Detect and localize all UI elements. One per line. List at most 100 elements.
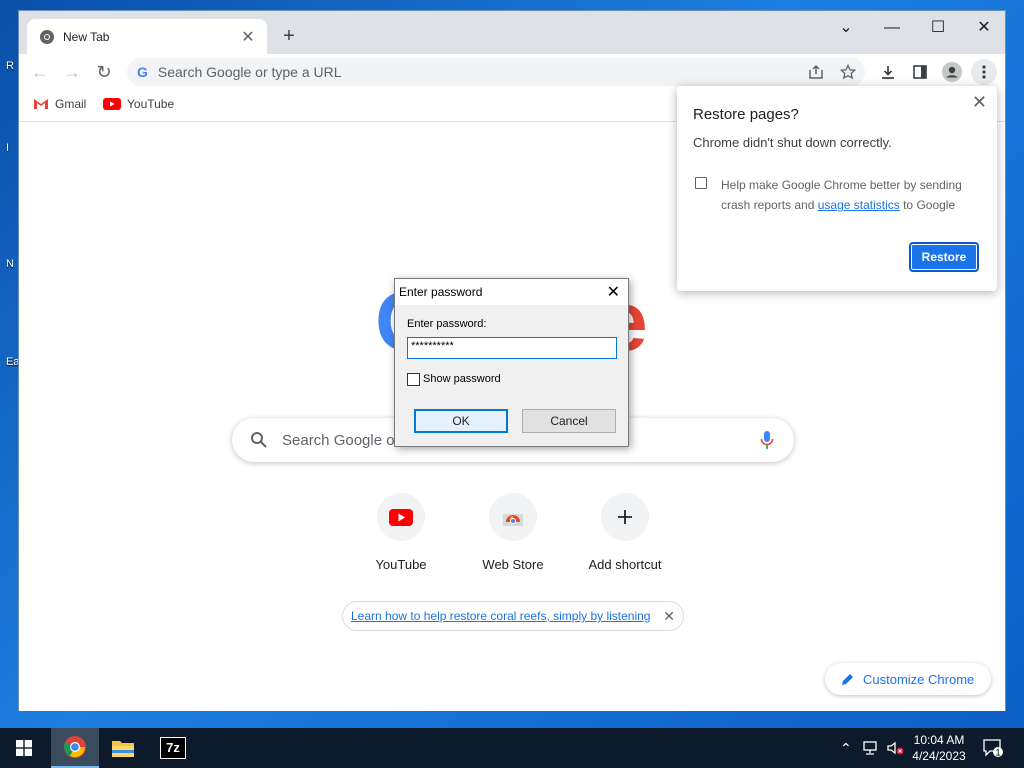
gmail-icon <box>34 99 48 109</box>
close-tab-icon[interactable]: ✕ <box>239 27 257 47</box>
password-dialog: Enter password ✕ Enter password: *******… <box>394 278 629 447</box>
shortcut-youtube[interactable]: YouTube <box>345 493 457 572</box>
shortcut-label: YouTube <box>375 557 427 572</box>
7zip-icon: 7z <box>160 737 186 759</box>
plus-icon <box>618 510 632 524</box>
tab-strip: New Tab ✕ + ⌄ — ☐ ✕ <box>19 11 1005 54</box>
shortcut-icon-container <box>489 493 537 541</box>
restore-button[interactable]: Restore <box>909 242 979 272</box>
crash-report-text: Help make Google Chrome better by sendin… <box>721 175 981 215</box>
shortcut-label: Add shortcut <box>588 557 662 572</box>
chrome-menu-button[interactable] <box>971 59 997 85</box>
chrome-icon <box>64 736 86 758</box>
desktop-icon-label[interactable]: I <box>6 142 9 154</box>
toolbar: ← → ↻ G Search Google or type a URL <box>19 54 1005 90</box>
notification-icon: 1 <box>983 739 1003 758</box>
webstore-icon <box>503 514 523 526</box>
reload-button[interactable]: ↻ <box>91 59 117 85</box>
restore-title: Restore pages? <box>693 106 799 123</box>
show-password-label[interactable]: Show password <box>423 373 501 385</box>
volume-muted-icon <box>887 741 904 755</box>
address-bar-placeholder: Search Google or type a URL <box>157 64 342 80</box>
downloads-button[interactable] <box>875 59 901 85</box>
dialog-title: Enter password <box>399 285 483 299</box>
profile-button[interactable] <box>939 59 965 85</box>
shortcut-icon-container <box>601 493 649 541</box>
forward-button[interactable]: → <box>59 59 85 85</box>
shortcut-label: Web Store <box>482 557 544 572</box>
microphone-icon[interactable] <box>760 430 774 450</box>
network-status[interactable] <box>862 728 880 768</box>
windows-logo-icon <box>16 740 32 756</box>
share-button[interactable] <box>803 59 829 85</box>
notification-count: 1 <box>995 748 1000 758</box>
pencil-icon <box>842 674 853 685</box>
side-panel-icon <box>913 65 927 79</box>
network-icon <box>863 741 877 755</box>
bookmark-label: Gmail <box>55 97 87 111</box>
restore-message: Chrome didn't shut down correctly. <box>693 135 892 150</box>
ntp-search-placeholder: Search Google o <box>282 431 395 449</box>
clock-date: 4/24/2023 <box>912 749 966 763</box>
restore-pages-bubble: Restore pages? ✕ Chrome didn't shut down… <box>677 86 997 291</box>
show-password-checkbox[interactable] <box>407 373 420 386</box>
new-tab-button[interactable]: + <box>277 24 301 48</box>
volume-status[interactable] <box>886 728 904 768</box>
close-icon[interactable]: ✕ <box>607 282 620 302</box>
close-window-button[interactable]: ✕ <box>961 13 1007 43</box>
desktop-icon-label[interactable]: R <box>6 60 14 72</box>
password-field[interactable]: ********** <box>407 337 617 359</box>
share-icon <box>809 64 823 79</box>
youtube-icon <box>389 508 413 526</box>
shortcut-web-store[interactable]: Web Store <box>457 493 569 572</box>
minimize-button[interactable]: — <box>869 13 915 43</box>
tab-new-tab[interactable]: New Tab ✕ <box>27 19 267 54</box>
close-icon[interactable]: ✕ <box>972 92 987 113</box>
file-explorer-icon <box>112 741 134 757</box>
middle-slot-promo: Learn how to help restore coral reefs, s… <box>342 601 684 631</box>
start-button[interactable] <box>0 728 48 768</box>
taskbar-file-explorer[interactable] <box>99 728 147 768</box>
clock-time: 10:04 AM <box>913 733 965 747</box>
google-g-icon: G <box>137 64 148 80</box>
forward-arrow-icon: → <box>63 62 81 82</box>
bookmark-star-button[interactable] <box>835 59 861 85</box>
close-promo-icon[interactable]: ✕ <box>663 608 675 625</box>
action-center-button[interactable]: 1 <box>982 728 1004 768</box>
customize-chrome-button[interactable]: Customize Chrome <box>825 663 991 695</box>
tab-search-button[interactable]: ⌄ <box>823 13 869 43</box>
back-arrow-icon: ← <box>31 62 49 82</box>
ok-button[interactable]: OK <box>414 409 508 433</box>
password-label: Enter password: <box>407 318 487 330</box>
shortcut-add[interactable]: Add shortcut <box>569 493 681 572</box>
chrome-icon <box>40 29 54 44</box>
system-clock[interactable]: 10:04 AM 4/24/2023 <box>904 732 974 764</box>
usage-statistics-link[interactable]: usage statistics <box>818 198 900 212</box>
taskbar: 7z ⌃ 10:04 AM 4/24/2023 1 <box>0 728 1024 768</box>
tab-title: New Tab <box>63 29 110 44</box>
back-button[interactable]: ← <box>27 59 53 85</box>
crash-report-text-after: to Google <box>899 198 956 212</box>
taskbar-chrome[interactable] <box>51 728 99 768</box>
desktop-icon-label[interactable]: N <box>6 258 14 270</box>
download-icon <box>882 66 894 79</box>
maximize-button[interactable]: ☐ <box>915 13 961 43</box>
search-icon <box>251 432 267 448</box>
cancel-button[interactable]: Cancel <box>522 409 616 433</box>
shortcut-icon-container <box>377 493 425 541</box>
crash-report-checkbox[interactable] <box>695 177 707 189</box>
promo-link[interactable]: Learn how to help restore coral reefs, s… <box>351 609 653 623</box>
kebab-menu-icon <box>982 65 986 79</box>
customize-chrome-label: Customize Chrome <box>863 671 975 687</box>
show-hidden-icons[interactable]: ⌃ <box>840 728 852 768</box>
chevron-up-icon: ⌃ <box>840 739 852 756</box>
taskbar-7zip[interactable]: 7z <box>149 728 197 768</box>
address-bar[interactable]: G Search Google or type a URL <box>127 58 865 86</box>
side-panel-button[interactable] <box>907 59 933 85</box>
youtube-icon <box>103 98 121 110</box>
bookmark-youtube[interactable]: YouTube <box>103 97 174 111</box>
profile-avatar-icon <box>942 62 962 82</box>
dialog-title-bar[interactable]: Enter password ✕ <box>395 279 628 305</box>
reload-icon: ↻ <box>96 62 112 82</box>
bookmark-gmail[interactable]: Gmail <box>33 97 86 111</box>
